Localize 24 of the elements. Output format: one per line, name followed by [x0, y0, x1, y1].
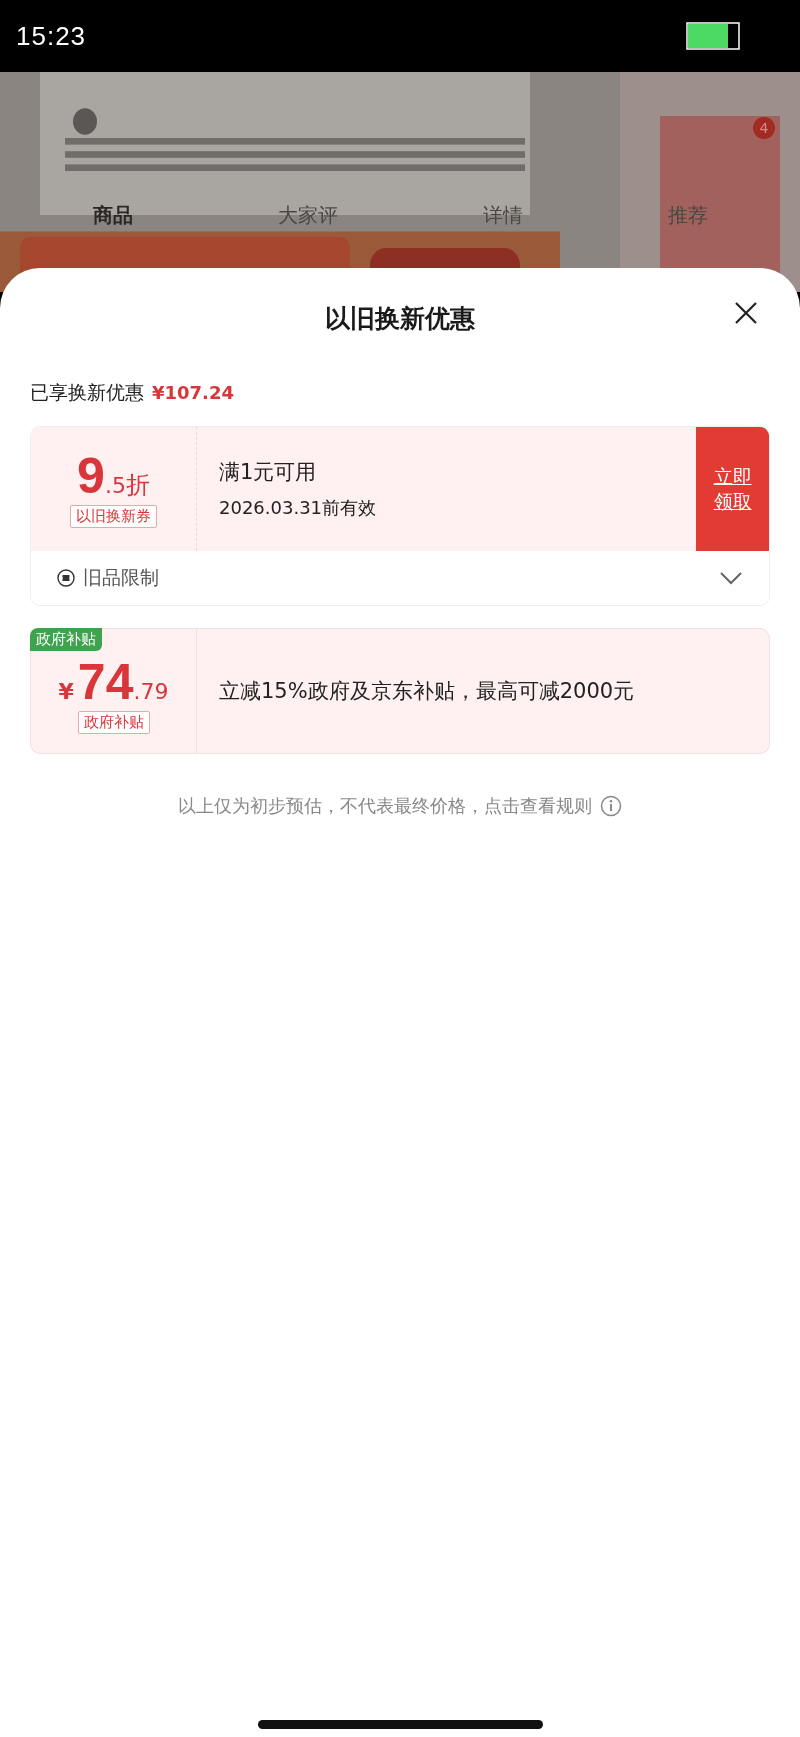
clock: 15:23: [16, 20, 87, 52]
subsidy-amount: ¥74.79: [58, 656, 169, 707]
restriction-label: 旧品限制: [83, 565, 160, 590]
summary-label: 已享换新优惠: [30, 380, 144, 405]
info-icon[interactable]: [600, 795, 622, 817]
subsidy-corner-tag: 政府补贴: [30, 628, 102, 651]
tab[interactable]: 大家评: [277, 202, 338, 229]
tab[interactable]: 推荐: [667, 202, 708, 229]
tab[interactable]: 商品: [92, 202, 133, 229]
chevron-icon[interactable]: [719, 571, 743, 585]
coupon-validity: 2026.03.31前有效: [219, 496, 378, 520]
discount-amount: ¥107.24: [152, 382, 234, 403]
subsidy-description: 立减15%政府及京东补贴，最高可减2000元: [219, 678, 636, 705]
tab[interactable]: 详情: [482, 202, 523, 229]
discount-value: 9.5折: [77, 450, 150, 501]
battery-icon: [686, 22, 742, 50]
subsidy-tag: 政府补贴: [77, 710, 150, 734]
sheet-title: 以旧换新优惠: [325, 302, 475, 335]
claim-button[interactable]: 立即领取: [696, 427, 769, 551]
coupon-condition: 满1元可用: [219, 459, 318, 486]
ticket-icon: [57, 569, 75, 587]
close-icon[interactable]: [734, 301, 758, 325]
coupon-tag: 以旧换新券: [70, 504, 157, 528]
disclaimer-link[interactable]: 以上仅为初步预估，不代表最终价格，点击查看规则: [178, 794, 592, 818]
